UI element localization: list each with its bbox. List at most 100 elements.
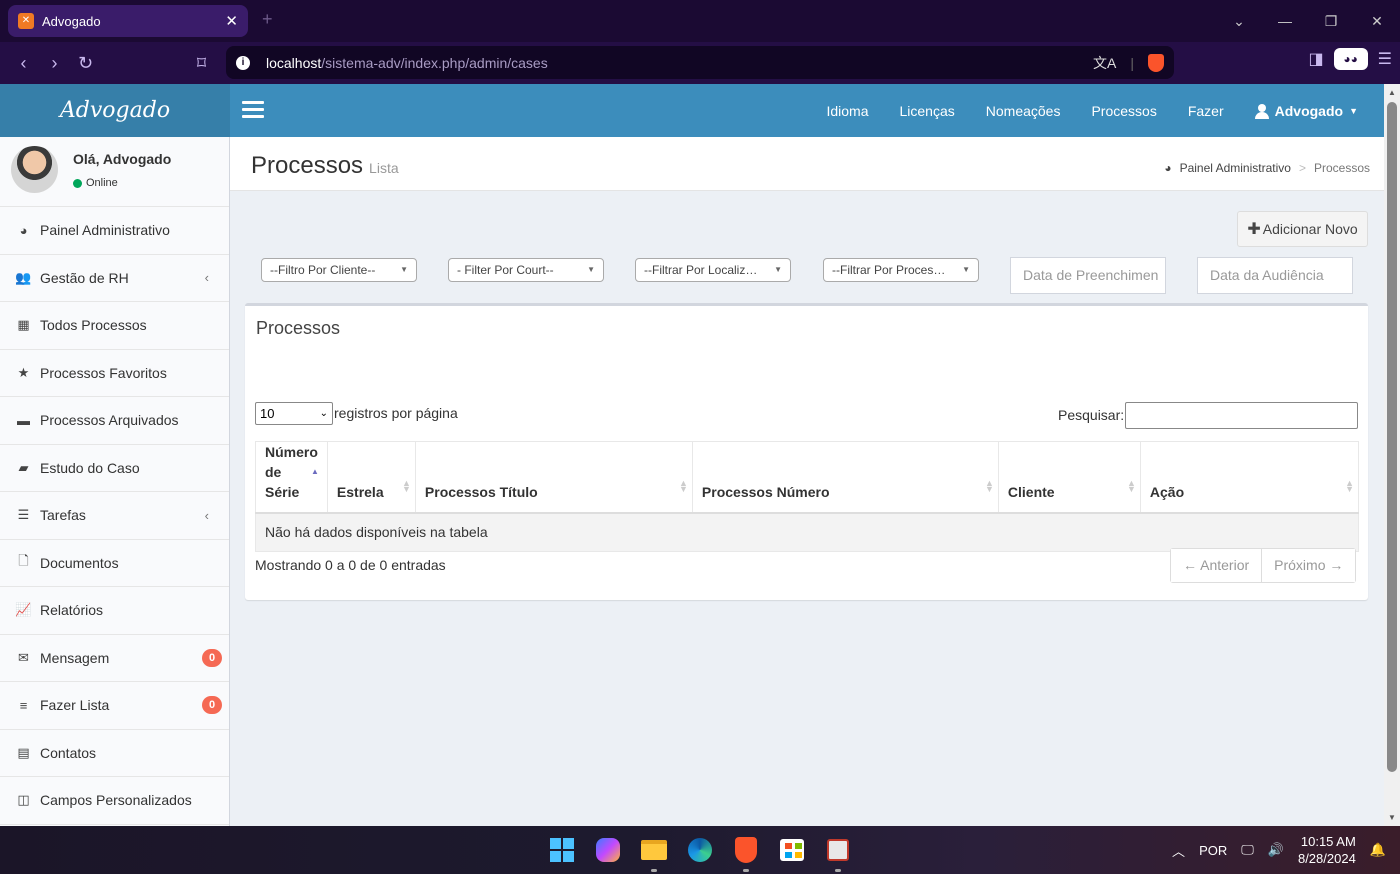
sidebar-item-archive[interactable]: ▬ Processos Arquivados <box>0 397 229 445</box>
clock[interactable]: 10:15 AM 8/28/2024 <box>1298 833 1356 867</box>
translate-icon[interactable]: 文A <box>1093 53 1116 73</box>
file-explorer-taskbar-button[interactable] <box>638 834 670 872</box>
column-label: Processos Título <box>424 484 538 500</box>
chevron-up-icon[interactable]: ︿ <box>1172 841 1185 860</box>
table-info: Mostrando 0 a 0 de 0 entradas <box>255 557 446 573</box>
previous-page-button[interactable]: ← Anterior <box>1171 549 1262 582</box>
private-window-icon[interactable]: ◕◕ <box>1333 48 1368 70</box>
column-header-client[interactable]: Cliente ▲ ▼ <box>997 441 1141 514</box>
user-menu[interactable]: Advogado ▼ <box>1254 103 1358 119</box>
back-icon[interactable]: ‹ <box>8 53 39 74</box>
envelope-icon: ✉ <box>18 649 29 665</box>
network-icon[interactable]: 🖵 <box>1241 842 1254 858</box>
top-menu-appointments[interactable]: Nomeações <box>986 103 1061 119</box>
sidebar-item-chart[interactable]: 📈 Relatórios <box>0 587 229 635</box>
add-new-label: Adicionar Novo <box>1262 221 1358 237</box>
address-bar[interactable]: i localhost/sistema-adv/index.php/admin/… <box>226 46 1174 79</box>
filter-client-select[interactable]: --Filtro Por Cliente-- ▼ <box>261 258 417 282</box>
browser-menu-icon[interactable]: ☰ <box>1378 49 1392 69</box>
brave-shields-icon[interactable] <box>1148 53 1164 72</box>
column-header-action[interactable]: Ação ▲ ▼ <box>1139 441 1360 514</box>
start-button[interactable] <box>546 834 578 866</box>
sidebar-item-book[interactable]: ▰ Estudo do Caso <box>0 445 229 492</box>
columns-icon: ◫ <box>17 792 30 808</box>
filing-date-input[interactable]: Data de Preenchimen <box>1010 257 1166 294</box>
sidebar-item-users[interactable]: 👥 Gestão de RH ‹ <box>0 255 229 302</box>
reload-icon[interactable]: ↻ <box>70 53 101 74</box>
brave-taskbar-button[interactable] <box>730 834 762 872</box>
filter-location-select[interactable]: --Filtrar Por Localiz… ▼ <box>635 258 791 282</box>
app-logo[interactable]: Advogado <box>0 84 230 137</box>
clock-time: 10:15 AM <box>1300 834 1356 849</box>
file-icon: 🗋 <box>18 552 29 568</box>
page-title-text: Processos <box>251 152 364 179</box>
sidebar-item-columns[interactable]: ◫ Campos Personalizados <box>0 777 229 825</box>
breadcrumb-home[interactable]: Painel Administrativo <box>1180 161 1291 175</box>
page-length-select[interactable]: 10 ⌄ <box>255 402 333 425</box>
plus-icon: ✚ <box>1247 221 1261 238</box>
sort-icon: ▲ ▼ <box>1126 478 1136 494</box>
top-menu-language[interactable]: Idioma <box>826 103 868 119</box>
snipping-tool-taskbar-button[interactable] <box>822 834 854 872</box>
column-header-number[interactable]: Processos Número ▲ ▼ <box>691 441 999 514</box>
close-window-icon[interactable]: ✕ <box>1354 13 1400 30</box>
sort-icon: ▲ ▼ <box>401 478 411 494</box>
filter-court-select[interactable]: - Filter Por Court-- ▼ <box>448 258 604 282</box>
sidebar-toggle-icon[interactable]: ◨ <box>1309 49 1324 69</box>
restore-icon[interactable]: ❐ <box>1308 13 1354 30</box>
next-page-button[interactable]: Próximo → <box>1261 549 1356 582</box>
copilot-taskbar-button[interactable] <box>592 834 624 866</box>
browser-tab[interactable]: ✕ Advogado ✕ <box>8 5 248 37</box>
chevron-down-icon: ⌄ <box>319 408 328 419</box>
add-new-button[interactable]: ✚ Adicionar Novo <box>1237 211 1368 247</box>
sidebar-item-tasks[interactable]: ☰ Tarefas ‹ <box>0 492 229 540</box>
sidebar-toggle-hamburger-icon[interactable] <box>242 101 264 119</box>
sidebar-item-grid[interactable]: ▦ Todos Processos <box>0 302 229 350</box>
page-subtitle: Lista <box>369 160 399 176</box>
breadcrumb-current: Processos <box>1313 161 1370 175</box>
language-indicator[interactable]: POR <box>1199 843 1227 858</box>
minimize-icon[interactable]: — <box>1262 13 1308 29</box>
sidebar-item-contacts[interactable]: ▤ Contatos <box>0 730 229 777</box>
dropdown-arrow-icon: ▼ <box>400 265 408 274</box>
bookmark-icon[interactable]: ⌑ <box>186 53 217 74</box>
volume-icon[interactable]: 🔊 <box>1268 842 1284 858</box>
column-header-star[interactable]: Estrela ▲ ▼ <box>326 441 416 514</box>
sidebar-item-envelope[interactable]: ✉ Mensagem 0 <box>0 635 229 682</box>
user-greeting: Olá, Advogado <box>73 151 172 167</box>
column-header-title[interactable]: Processos Título ▲ ▼ <box>414 441 693 514</box>
tab-title: Advogado <box>42 13 101 29</box>
sort-icon: ▲ ▼ <box>984 478 994 494</box>
sidebar-item-dashboard[interactable]: ◕ Painel Administrativo <box>0 207 229 255</box>
scrollbar-thumb[interactable] <box>1387 102 1397 772</box>
top-menu-todo[interactable]: Fazer <box>1188 103 1224 119</box>
sidebar-item-label: Relatórios <box>40 602 104 619</box>
tab-search-icon[interactable]: ⌄ <box>1216 13 1262 30</box>
sidebar-item-star[interactable]: ★ Processos Favoritos <box>0 350 229 397</box>
forward-icon[interactable]: › <box>39 53 70 74</box>
copilot-icon <box>596 838 620 862</box>
notification-bell-icon[interactable]: 🔔 <box>1370 842 1386 858</box>
user-panel: Olá, Advogado Online <box>0 137 229 207</box>
users-icon: 👥 <box>15 269 32 285</box>
filter-process-select[interactable]: --Filtrar Por Proces… ▼ <box>823 258 979 282</box>
sidebar-item-list[interactable]: ≡ Fazer Lista 0 <box>0 682 229 730</box>
close-tab-icon[interactable]: ✕ <box>225 12 238 30</box>
top-menu-licenses[interactable]: Licenças <box>900 103 955 119</box>
site-info-icon[interactable]: i <box>236 55 250 70</box>
page-scrollbar[interactable]: ▲ ▼ <box>1384 84 1400 826</box>
hearing-date-input[interactable]: Data da Audiência <box>1197 257 1353 294</box>
column-header-serial[interactable]: Número de Série ▲ <box>255 441 328 514</box>
search-input[interactable] <box>1125 402 1358 429</box>
sidebar-item-label: Gestão de RH <box>40 269 129 286</box>
scroll-up-icon[interactable]: ▲ <box>1388 88 1396 97</box>
edge-taskbar-button[interactable] <box>684 834 716 866</box>
windows-logo-icon <box>550 838 574 862</box>
filter-client-value: --Filtro Por Cliente-- <box>270 263 376 277</box>
new-tab-icon[interactable]: + <box>262 9 273 30</box>
sidebar-item-file[interactable]: 🗋 Documentos <box>0 540 229 587</box>
top-menu-cases[interactable]: Processos <box>1091 103 1156 119</box>
caret-down-icon: ▼ <box>1349 105 1358 116</box>
store-taskbar-button[interactable] <box>776 834 808 866</box>
scroll-down-icon[interactable]: ▼ <box>1388 813 1396 822</box>
